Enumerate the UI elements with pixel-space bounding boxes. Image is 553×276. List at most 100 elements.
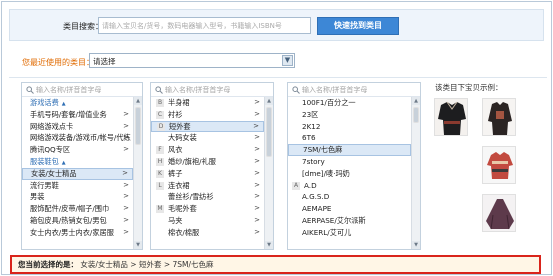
column1-scrollbar[interactable]: ▲ ▼ bbox=[133, 97, 142, 249]
list-item[interactable]: 网络游戏点卡 > bbox=[22, 121, 133, 133]
scroll-up-icon[interactable]: ▲ bbox=[134, 97, 142, 105]
list-item[interactable]: H 婚纱/旗袍/礼服 > bbox=[151, 156, 264, 168]
scroll-up-icon[interactable]: ▲ bbox=[412, 97, 420, 105]
chevron-right-icon: > bbox=[123, 145, 129, 154]
chevron-right-icon: > bbox=[254, 180, 260, 189]
list-item[interactable]: C 衬衫 > bbox=[151, 109, 264, 121]
scroll-up-icon[interactable]: ▲ bbox=[265, 97, 273, 105]
chevron-right-icon: > bbox=[253, 121, 259, 130]
divider bbox=[9, 77, 547, 78]
chevron-right-icon: > bbox=[254, 168, 260, 177]
category-search-input[interactable]: 请输入宝贝名/货号，数码电器输入型号，书籍输入ISBN号 bbox=[98, 17, 311, 34]
column2-scrollbar[interactable]: ▲ ▼ bbox=[264, 97, 273, 249]
list-item[interactable]: 大码女装 > bbox=[151, 132, 264, 144]
publish-category-panel: 类目搜索： 请输入宝贝名/货号，数码电器输入型号，书籍输入ISBN号 快速找到类… bbox=[1, 1, 552, 275]
recent-categories-label: 您最近使用的类目： bbox=[22, 58, 94, 67]
current-selection-path: 女装/女士精品 > 短外套 > 7SM/七色麻 bbox=[80, 260, 214, 269]
dropdown-arrow-icon[interactable]: ▼ bbox=[282, 55, 293, 66]
list-item-selected[interactable]: 7SM/七色麻 bbox=[288, 144, 411, 156]
scroll-thumb[interactable] bbox=[413, 107, 419, 123]
list-item[interactable]: M 毛呢外套 > bbox=[151, 203, 264, 215]
list-item[interactable]: 棉衣/棉服 > bbox=[151, 227, 264, 239]
list-item[interactable]: AIKERL/艾可儿 bbox=[288, 227, 411, 239]
chevron-right-icon: > bbox=[254, 98, 260, 106]
chevron-right-icon: > bbox=[123, 121, 129, 130]
column3-scrollbar[interactable]: ▲ ▼ bbox=[411, 97, 420, 249]
collapse-triangle-icon: ▲ bbox=[61, 101, 66, 107]
list-item[interactable]: 2K12 bbox=[288, 121, 411, 133]
category-examples-label: 该类目下宝贝示例： bbox=[435, 83, 503, 92]
list-item[interactable]: AEMAPE bbox=[288, 203, 411, 215]
chevron-right-icon: > bbox=[123, 109, 129, 118]
list-item[interactable]: L 连衣裙 > bbox=[151, 180, 264, 192]
example-image-2 bbox=[482, 98, 516, 136]
column1-search-input[interactable]: 输入名称/拼音首字母 bbox=[22, 83, 142, 97]
chevron-right-icon: > bbox=[123, 180, 129, 189]
chevron-right-icon: > bbox=[123, 192, 129, 201]
chevron-right-icon: > bbox=[254, 145, 260, 154]
list-item[interactable]: 网络游戏装备/游戏币/帐号/代练 > bbox=[22, 132, 133, 144]
list-item[interactable]: 23区 bbox=[288, 109, 411, 121]
quick-find-category-button[interactable]: 快速找到类目 bbox=[317, 17, 399, 35]
chevron-right-icon: > bbox=[254, 215, 260, 224]
chevron-right-icon: > bbox=[254, 156, 260, 165]
list-item-selected[interactable]: D 短外套 > bbox=[151, 120, 264, 133]
list-item[interactable]: 7story bbox=[288, 156, 411, 168]
chevron-right-icon: > bbox=[123, 204, 129, 213]
list-item[interactable]: A.G.S.D bbox=[288, 191, 411, 203]
list-item[interactable]: 服饰配件/皮带/帽子/围巾 > bbox=[22, 203, 133, 215]
chevron-right-icon: > bbox=[254, 109, 260, 118]
chevron-right-icon: > bbox=[122, 168, 128, 177]
column2-list: B 半身裙 > C 衬衫 > D 短外套 > 大码女装 > F 风衣 > H 婚纱/旗袍/礼服 > K… bbox=[151, 97, 264, 249]
chevron-right-icon: > bbox=[254, 133, 260, 142]
category-search-label: 类目搜索： bbox=[63, 22, 103, 31]
example-image-1 bbox=[434, 98, 468, 136]
cape-image bbox=[483, 195, 515, 231]
chevron-right-icon: > bbox=[254, 227, 260, 236]
list-item[interactable]: 马夹 > bbox=[151, 215, 264, 227]
scroll-down-icon[interactable]: ▼ bbox=[412, 241, 420, 249]
scroll-thumb[interactable] bbox=[266, 107, 272, 157]
recent-categories-select[interactable]: 请选择 ▼ bbox=[89, 53, 295, 68]
example-image-4 bbox=[482, 194, 516, 232]
category-group-apparel[interactable]: 服装鞋包 ▲ bbox=[22, 156, 133, 168]
column3-list: 100F1/百分之一 23区 2K12 6T6 7SM/七色麻 7story [… bbox=[288, 97, 411, 249]
list-item[interactable]: 6T6 bbox=[288, 132, 411, 144]
list-item[interactable]: A A.D bbox=[288, 180, 411, 192]
list-item[interactable]: B 半身裙 > bbox=[151, 97, 264, 109]
collapse-triangle-icon: ▲ bbox=[61, 159, 66, 166]
list-item[interactable]: 流行男鞋 > bbox=[22, 180, 133, 192]
list-item[interactable]: K 裤子 > bbox=[151, 168, 264, 180]
list-item[interactable]: 手机号码/套餐/增值业务 > bbox=[22, 109, 133, 121]
list-item[interactable]: 腾讯QQ专区 > bbox=[22, 144, 133, 156]
recent-categories-value: 请选择 bbox=[93, 57, 116, 66]
coat-image bbox=[483, 99, 515, 135]
category-column-brand: 输入名称/拼音首字母 100F1/百分之一 23区 2K12 6T6 7SM/七… bbox=[287, 82, 421, 250]
list-item-selected[interactable]: 女装/女士精品 > bbox=[22, 167, 133, 180]
list-item[interactable]: AERPASE/艾尔派斯 bbox=[288, 215, 411, 227]
example-image-3 bbox=[482, 146, 516, 184]
list-item[interactable]: 100F1/百分之一 bbox=[288, 97, 411, 109]
search-icon bbox=[292, 86, 300, 94]
column2-search-input[interactable]: 输入名称/拼音首字母 bbox=[151, 83, 273, 97]
scroll-down-icon[interactable]: ▼ bbox=[265, 241, 273, 249]
column1-list: 游戏话费 ▲ 手机号码/套餐/增值业务 > 网络游戏点卡 > 网络游戏装备/游戏币/帐… bbox=[22, 97, 133, 249]
list-item[interactable]: 男装 > bbox=[22, 191, 133, 203]
search-icon bbox=[155, 86, 163, 94]
list-item[interactable]: 女士内衣/男士内衣/家居服 > bbox=[22, 227, 133, 239]
list-item[interactable]: [dme]/唛·玛奶 bbox=[288, 168, 411, 180]
chevron-right-icon: > bbox=[254, 192, 260, 201]
scroll-down-icon[interactable]: ▼ bbox=[134, 241, 142, 249]
chevron-right-icon: > bbox=[123, 215, 129, 224]
chevron-right-icon: > bbox=[123, 227, 129, 236]
list-item[interactable]: 蕾丝衫/雪纺衫 > bbox=[151, 191, 264, 203]
scroll-thumb[interactable] bbox=[135, 107, 141, 145]
current-selection-bar: 您当前选择的是： 女装/女士精品 > 短外套 > 7SM/七色麻 bbox=[10, 255, 541, 274]
category-search-panel: 类目搜索： 请输入宝贝名/货号，数码电器输入型号，书籍输入ISBN号 快速找到类… bbox=[9, 9, 544, 41]
knit-top-image bbox=[483, 147, 515, 183]
jacket-image bbox=[435, 99, 467, 135]
column3-search-input[interactable]: 输入名称/拼音首字母 bbox=[288, 83, 420, 97]
category-group-games[interactable]: 游戏话费 ▲ bbox=[22, 97, 133, 109]
list-item[interactable]: F 风衣 > bbox=[151, 144, 264, 156]
list-item[interactable]: 箱包皮具/热销女包/男包 > bbox=[22, 215, 133, 227]
